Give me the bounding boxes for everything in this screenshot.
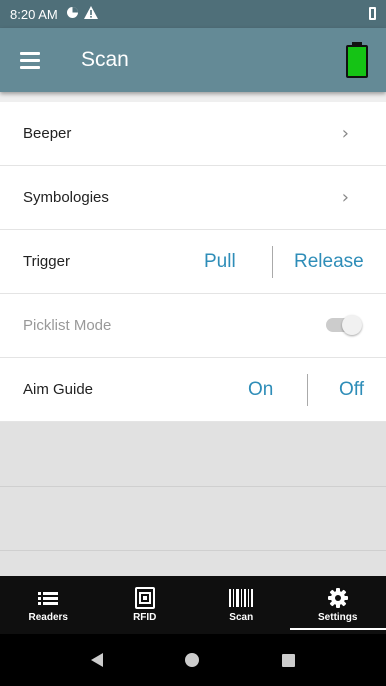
list-icon <box>38 587 59 609</box>
segment-divider <box>272 246 273 278</box>
home-icon[interactable] <box>185 653 200 667</box>
tab-label: Scan <box>229 612 254 623</box>
toggle-knob <box>342 315 362 335</box>
barcode-icon <box>229 587 254 609</box>
aim-guide-label: Aim Guide <box>23 381 94 398</box>
trigger-row: Trigger Pull Release <box>0 230 386 294</box>
tab-label: Settings <box>318 612 358 623</box>
status-battery-icon <box>369 7 376 20</box>
divider <box>0 550 386 551</box>
system-nav-bar <box>0 634 386 686</box>
picklist-mode-label: Picklist Mode <box>23 317 112 334</box>
picklist-mode-row: Picklist Mode <box>0 294 386 358</box>
empty-area <box>0 422 386 576</box>
tab-rfid[interactable]: RFID <box>97 576 194 634</box>
list-top-spacer <box>0 92 386 102</box>
beeper-label: Beeper <box>23 125 72 142</box>
aim-guide-row: Aim Guide On Off <box>0 358 386 422</box>
tab-label: RFID <box>133 612 157 623</box>
tab-scan[interactable]: Scan <box>193 576 290 634</box>
trigger-release-button[interactable]: Release <box>294 251 364 273</box>
tab-readers[interactable]: Readers <box>0 576 97 634</box>
settings-list: Beeper › Symbologies › Trigger Pull Rele… <box>0 102 386 422</box>
aim-guide-off-button[interactable]: Off <box>339 379 364 401</box>
aim-guide-on-button[interactable]: On <box>248 379 273 401</box>
chevron-right-icon: › <box>341 123 349 144</box>
picklist-mode-toggle[interactable] <box>326 315 362 335</box>
symbologies-row[interactable]: Symbologies › <box>0 166 386 230</box>
trigger-label: Trigger <box>23 253 70 270</box>
recents-icon[interactable] <box>281 653 295 667</box>
beeper-row[interactable]: Beeper › <box>0 102 386 166</box>
trigger-pull-button[interactable]: Pull <box>204 251 236 273</box>
tab-label: Readers <box>28 612 68 623</box>
symbologies-label: Symbologies <box>23 189 109 206</box>
rfid-icon <box>134 587 155 609</box>
reader-battery-icon <box>346 42 368 78</box>
data-saver-icon <box>66 6 79 22</box>
back-icon[interactable] <box>91 653 104 667</box>
gear-icon <box>327 587 348 609</box>
app-bar: Scan <box>0 28 386 92</box>
chevron-right-icon: › <box>341 187 349 208</box>
page-title: Scan <box>81 48 129 71</box>
menu-icon[interactable] <box>0 28 60 92</box>
warning-icon <box>83 6 98 22</box>
divider <box>0 486 386 487</box>
tab-settings[interactable]: Settings <box>289 576 386 634</box>
status-time: 8:20 AM <box>10 6 58 22</box>
bottom-tab-bar: Readers RFID Scan Settings <box>0 576 386 634</box>
segment-divider <box>307 374 308 406</box>
status-bar: 8:20 AM <box>0 0 386 28</box>
